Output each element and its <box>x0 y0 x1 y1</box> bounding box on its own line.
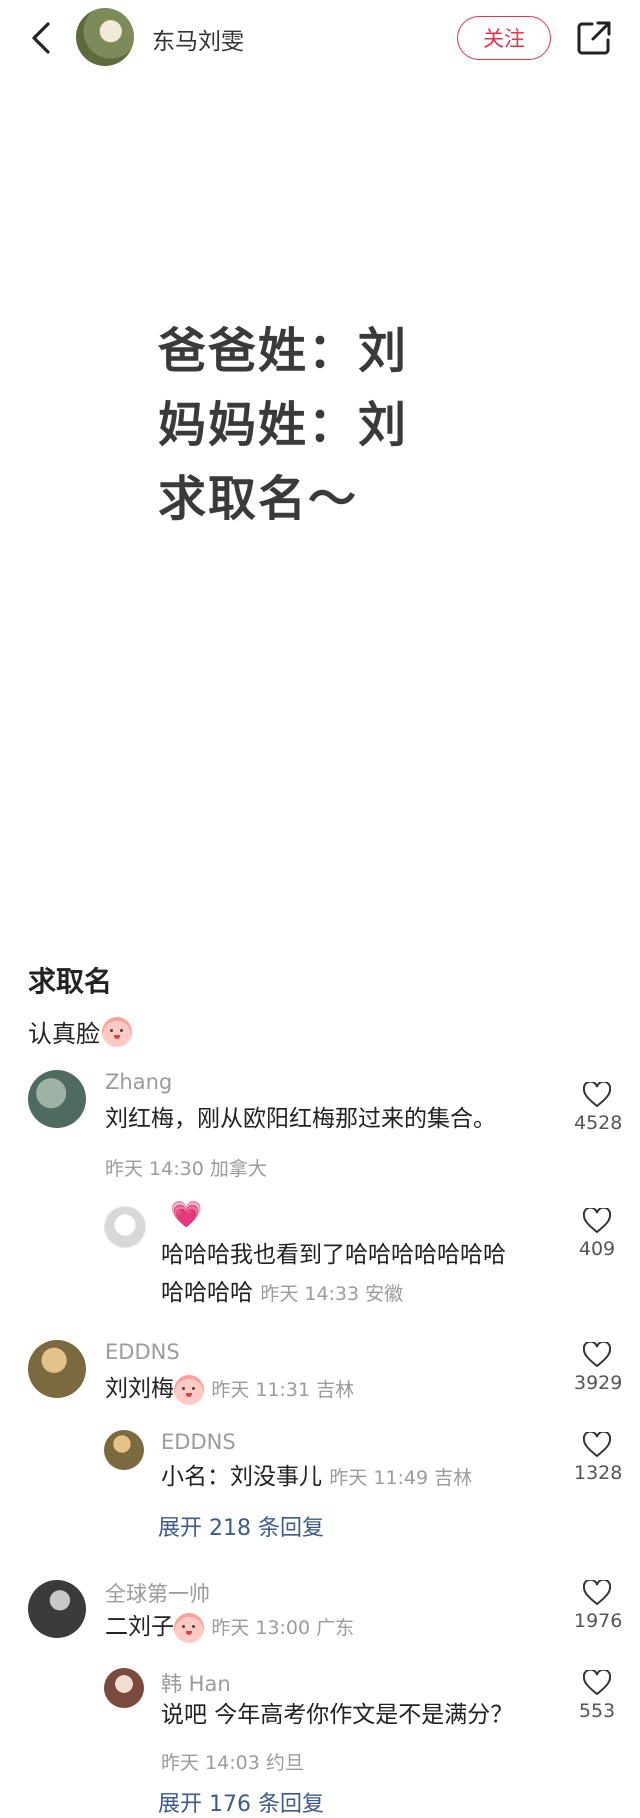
commenter-avatar[interactable] <box>28 1580 86 1638</box>
comment-meta: 昨天 14:30 加拿大 <box>105 1158 267 1180</box>
like-button[interactable]: 4528 <box>574 1082 623 1134</box>
heart-emoji-icon: 💗 <box>170 1200 203 1230</box>
heart-icon <box>583 1342 611 1368</box>
reply-meta: 昨天 14:03 约旦 <box>161 1752 304 1774</box>
commenter-name[interactable]: Zhang <box>105 1070 172 1094</box>
note-image-line: 妈妈姓：刘 <box>158 397 409 453</box>
reply-text[interactable]: 小名：刘没事儿 昨天 11:49 吉林 <box>161 1458 472 1497</box>
replier-name[interactable]: EDDNS <box>161 1430 236 1454</box>
blush-face-emoji-icon <box>174 1612 204 1643</box>
author-name[interactable]: 东马刘雯 <box>152 22 244 56</box>
heart-icon <box>583 1670 611 1696</box>
like-count: 4528 <box>574 1112 623 1134</box>
comment-text[interactable]: 二刘子 昨天 13:00 广东 <box>105 1608 354 1647</box>
commenter-avatar[interactable] <box>28 1340 86 1398</box>
note-image-line: 爸爸姓：刘 <box>158 323 409 379</box>
like-button[interactable]: 3929 <box>574 1342 623 1394</box>
note-image: 爸爸姓：刘 妈妈姓：刘 求取名～ <box>158 314 408 536</box>
comment-text-content: 刘刘梅 <box>105 1376 174 1402</box>
top-bar: 东马刘雯 关注 <box>0 0 640 80</box>
commenter-name[interactable]: EDDNS <box>105 1340 180 1364</box>
back-arrow-icon[interactable] <box>22 18 62 58</box>
note-image-line: 求取名～ <box>158 471 359 527</box>
reply-text[interactable]: 说吧 今年高考你作文是不是满分？ <box>161 1696 513 1734</box>
comment-text-content: 二刘子 <box>105 1614 174 1640</box>
expand-replies-link[interactable]: 展开 176 条回复 <box>158 1786 324 1818</box>
like-button[interactable]: 1976 <box>574 1580 623 1632</box>
reply-text-content: 小名：刘没事儿 <box>161 1464 322 1490</box>
heart-icon <box>583 1432 611 1458</box>
replier-name[interactable]: 韩 Han <box>161 1668 231 1698</box>
blush-face-emoji-icon <box>102 1016 132 1047</box>
replier-avatar[interactable] <box>104 1206 146 1248</box>
follow-button[interactable]: 关注 <box>457 16 551 60</box>
reply-meta: 昨天 11:49 吉林 <box>329 1467 473 1489</box>
reply-text-line: 哈哈哈哈 <box>161 1280 253 1306</box>
like-count: 553 <box>578 1700 616 1722</box>
like-count: 3929 <box>574 1372 623 1394</box>
like-count: 409 <box>578 1238 616 1260</box>
commenter-name[interactable]: 全球第一帅 <box>105 1578 210 1608</box>
note-description: 认真脸 <box>28 1014 132 1049</box>
like-count: 1328 <box>574 1462 623 1484</box>
heart-icon <box>583 1580 611 1606</box>
comment-text[interactable]: 刘红梅，刚从欧阳红梅那过来的集合。 <box>105 1100 496 1138</box>
replier-name-emoji: 💗 <box>170 1200 202 1230</box>
comment-meta: 昨天 11:31 吉林 <box>211 1379 355 1401</box>
comment-meta: 昨天 13:00 广东 <box>211 1617 355 1639</box>
blush-face-emoji-icon <box>174 1374 204 1405</box>
like-count: 1976 <box>574 1610 623 1632</box>
like-button[interactable]: 553 <box>574 1670 620 1722</box>
reply-text-line: 哈哈哈我也看到了哈哈哈哈哈哈哈 <box>161 1242 506 1268</box>
like-button[interactable]: 409 <box>574 1208 620 1260</box>
comment-text[interactable]: 刘刘梅 昨天 11:31 吉林 <box>105 1370 354 1409</box>
reply-text[interactable]: 哈哈哈我也看到了哈哈哈哈哈哈哈 哈哈哈哈 昨天 14:33 安徽 <box>161 1236 506 1313</box>
replier-avatar[interactable] <box>104 1430 144 1470</box>
heart-icon <box>583 1208 611 1234</box>
reply-meta: 昨天 14:33 安徽 <box>260 1283 404 1305</box>
heart-icon <box>583 1082 611 1108</box>
replier-avatar[interactable] <box>104 1668 144 1708</box>
commenter-avatar[interactable] <box>28 1070 86 1128</box>
share-icon[interactable] <box>574 18 614 58</box>
note-title: 求取名 <box>28 965 113 998</box>
expand-replies-link[interactable]: 展开 218 条回复 <box>158 1510 324 1542</box>
note-description-text: 认真脸 <box>28 1020 100 1048</box>
like-button[interactable]: 1328 <box>574 1432 623 1484</box>
author-avatar[interactable] <box>76 8 134 66</box>
